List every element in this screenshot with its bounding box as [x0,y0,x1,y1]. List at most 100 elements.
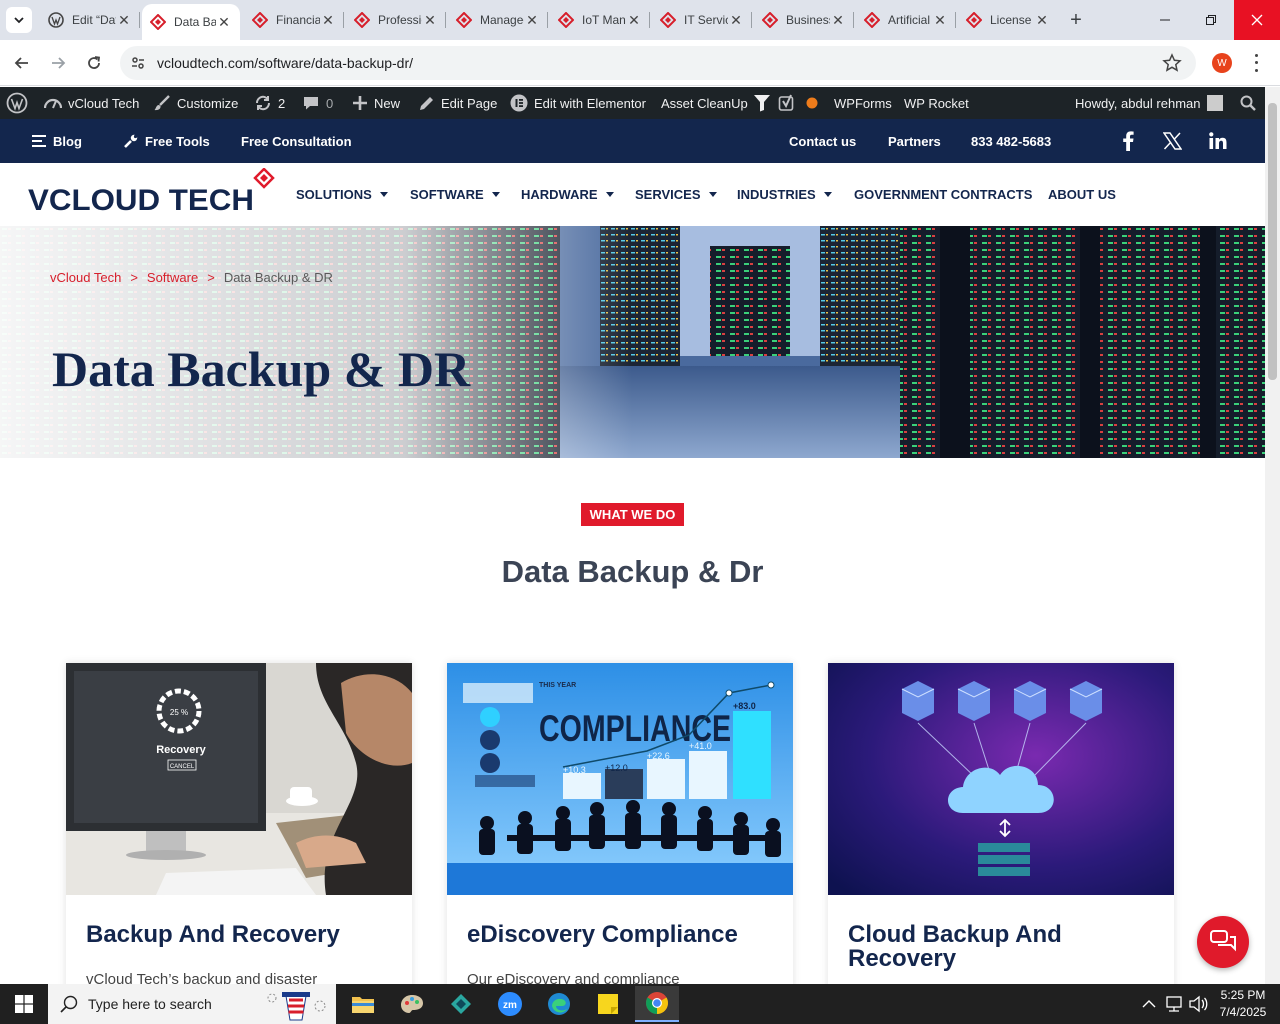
close-tab-icon[interactable]: ✕ [830,12,846,28]
close-tab-icon[interactable]: ✕ [728,12,744,28]
new-tab-button[interactable]: + [1064,8,1088,32]
tab-title: License Management [990,13,1034,27]
wp-wpforms-menu[interactable]: WPForms [834,87,892,119]
chevron-down-icon [14,17,24,24]
address-bar[interactable]: vcloudtech.com/software/data-backup-dr/ [120,46,1196,80]
breadcrumb-home-link[interactable]: vCloud Tech [50,270,121,285]
tray-network[interactable] [1164,984,1184,1024]
wp-elementor-link[interactable]: Edit with Elementor [510,87,646,119]
section-title: Data Backup & Dr [501,554,764,589]
taskbar-file-explorer[interactable] [343,986,383,1022]
nav-services[interactable]: SERVICES [635,163,717,226]
taskbar-chrome[interactable] [635,986,679,1022]
taskbar-clock[interactable]: 5:25 PM 7/4/2025 [1210,987,1276,1021]
wp-rocket-menu[interactable]: WP Rocket [904,87,969,119]
browser-tab-business[interactable]: Business Continuity ✕ [754,4,854,36]
partners-link[interactable]: Partners [888,119,941,163]
wp-new-content-menu[interactable]: New [352,87,400,119]
tab-separator [853,12,854,28]
taskbar-edge[interactable] [539,986,579,1022]
card-image-word: Recovery [156,744,206,756]
wp-account-menu[interactable]: Howdy, abdul rehman [1075,87,1223,119]
page-scrollbar-thumb[interactable] [1268,103,1277,380]
tab-search-button[interactable] [6,7,32,33]
browser-tab-license[interactable]: License Management ✕ [958,4,1058,36]
wp-site-name-menu[interactable]: vCloud Tech [44,87,139,119]
breadcrumb-software-link[interactable]: Software [147,270,198,285]
tray-show-hidden-icons[interactable] [1142,984,1156,1024]
back-button[interactable] [8,49,36,77]
service-card-cloud-backup[interactable]: Cloud Backup And Recovery [828,663,1174,993]
wp-seo-menu[interactable] [778,87,824,119]
x-twitter-link[interactable] [1163,119,1189,163]
close-tab-icon[interactable]: ✕ [524,12,540,28]
taskbar-sticky-notes[interactable] [588,986,628,1022]
service-card-backup-recovery[interactable]: 25 % Recovery CANCEL Backup And Recovery… [66,663,412,993]
nav-software[interactable]: SOFTWARE [410,163,500,226]
taskbar-search-box[interactable]: Type here to search [48,984,336,1024]
browser-tab-data-backup[interactable]: Data Backup & DR ✕ [142,4,240,40]
close-tab-icon[interactable]: ✕ [320,12,336,28]
palette-icon [401,995,423,1013]
minimize-button[interactable] [1142,0,1188,40]
free-tools-link[interactable]: Free Tools [124,119,210,163]
contact-us-link[interactable]: Contact us [789,119,856,163]
site-settings-icon[interactable] [130,55,146,76]
taskbar-app-diamond[interactable] [441,986,481,1022]
phone-link[interactable]: 833 482-5683 [971,119,1051,163]
wp-edit-page-link[interactable]: Edit Page [418,87,497,119]
start-button[interactable] [0,984,48,1024]
nav-label: SOLUTIONS [296,187,372,202]
nav-solutions[interactable]: SOLUTIONS [296,163,388,226]
wp-comments-link[interactable]: 0 [302,87,333,119]
browser-menu-icon[interactable] [1252,52,1260,74]
close-tab-icon[interactable]: ✕ [626,12,642,28]
taskbar-paint[interactable] [392,986,432,1022]
facebook-link[interactable] [1122,119,1141,163]
linkedin-link[interactable] [1209,119,1234,163]
browser-tab-edit[interactable]: Edit “Data Backup ✕ [40,4,140,36]
close-tab-icon[interactable]: ✕ [932,12,948,28]
phone-number: 833 482-5683 [971,133,1052,149]
reload-button[interactable] [80,49,108,77]
arrow-left-icon [14,57,28,69]
browser-tab-professional[interactable]: Professional Services ✕ [346,4,446,36]
bookmark-star-icon[interactable] [1162,53,1182,78]
browser-tab-it-services[interactable]: IT Services ✕ [652,4,752,36]
chat-widget-button[interactable] [1197,916,1249,968]
close-tab-icon[interactable]: ✕ [422,12,438,28]
caret-down-icon [823,192,832,197]
close-tab-icon[interactable]: ✕ [1034,12,1050,28]
tray-volume[interactable] [1188,984,1208,1024]
close-tab-icon[interactable]: ✕ [116,12,132,28]
forward-button[interactable] [44,49,72,77]
profile-avatar[interactable]: W [1212,53,1232,73]
wp-asset-cleanup-menu[interactable]: Asset CleanUp [661,87,776,119]
restore-button[interactable] [1188,0,1234,40]
browser-tab-managed[interactable]: Managed Services ✕ [448,4,548,36]
nav-hardware[interactable]: HARDWARE [521,163,614,226]
close-window-button[interactable] [1234,0,1280,40]
service-card-ediscovery[interactable]: THIS YEAR COMPLIANCE +10.3 +12.0 +22.6 +… [447,663,793,993]
browser-tab-artificial[interactable]: Artificial Intelligence ✕ [856,4,956,36]
wp-updates-link[interactable]: 2 [254,87,285,119]
close-tab-icon[interactable]: ✕ [216,14,232,30]
wp-customize-link[interactable]: Customize [153,87,238,119]
nav-government-contracts[interactable]: GOVERNMENT CONTRACTS [854,163,1032,226]
site-logo[interactable]: VCLOUD TECH [28,167,278,218]
browser-tab-iot[interactable]: IoT Management ✕ [550,4,650,36]
blog-link[interactable]: Blog [32,119,82,163]
free-consultation-link[interactable]: Free Consultation [241,119,352,163]
free-consultation-label: Free Consultation [241,133,352,149]
nav-industries[interactable]: INDUSTRIES [737,163,832,226]
wp-search-button[interactable] [1240,87,1262,119]
tab-title: Business Continuity [786,13,830,27]
wp-logo-menu[interactable] [6,87,34,119]
taskbar-zoom[interactable]: zm [490,986,530,1022]
linkedin-icon [1209,132,1227,149]
vcloud-favicon-icon [864,12,880,28]
nav-about-us[interactable]: ABOUT US [1048,163,1116,226]
browser-tab-financial[interactable]: Financial Services ✕ [244,4,344,36]
partners-label: Partners [888,133,941,149]
tab-title: Data Backup & DR [174,15,216,29]
